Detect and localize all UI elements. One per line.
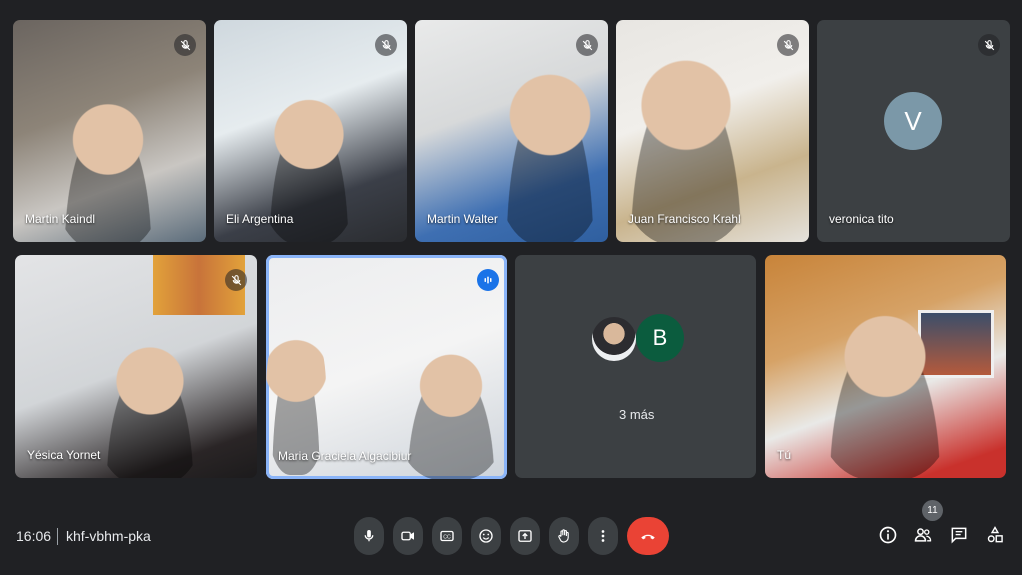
participant-video	[396, 335, 506, 479]
participant-tile-self[interactable]: Tú	[765, 255, 1006, 478]
speaking-indicator-icon	[477, 269, 499, 291]
meeting-info-button[interactable]	[876, 523, 900, 547]
participant-name: Tú	[777, 448, 792, 462]
divider	[57, 528, 58, 545]
participant-name: Martin Kaindl	[25, 212, 96, 226]
participant-name: Eli Argentina	[226, 212, 294, 226]
participant-video	[616, 30, 756, 242]
participant-name: Maria Graciela Algacibiur	[278, 449, 412, 463]
captions-icon: CC	[440, 530, 454, 542]
avatar: B	[636, 314, 684, 362]
more-participants-label: 3 más	[619, 407, 655, 422]
participant-tile-martin-walter[interactable]: Martin Walter	[415, 20, 608, 242]
participant-tile-martin-kaindl[interactable]: Martin Kaindl	[13, 20, 206, 242]
hangup-icon	[641, 534, 655, 540]
participant-name: Martin Walter	[427, 212, 498, 226]
muted-mic-icon	[978, 34, 1000, 56]
avatar: V	[884, 92, 942, 150]
raise-hand-button[interactable]	[549, 517, 579, 555]
muted-mic-icon	[375, 34, 397, 56]
participant-tile-eli-argentina[interactable]: Eli Argentina	[214, 20, 407, 242]
participant-video	[815, 290, 955, 478]
participant-tile-veronica-tito[interactable]: V veronica tito	[817, 20, 1010, 242]
meet-stage: Martin Kaindl Eli Argentina Martin Walte…	[0, 0, 1022, 575]
muted-mic-icon	[225, 269, 247, 291]
emoji-icon	[479, 529, 493, 543]
activities-icon	[987, 526, 1003, 543]
participant-tile-yesica-yornet[interactable]: Yésica Yornet	[15, 255, 257, 478]
people-icon	[914, 528, 932, 542]
activities-button[interactable]	[983, 523, 1007, 547]
more-participants-tile[interactable]: B 3 más	[515, 255, 756, 478]
emoji-button[interactable]	[471, 517, 501, 555]
mic-button[interactable]	[354, 517, 384, 555]
present-button[interactable]	[510, 517, 540, 555]
mic-icon	[364, 530, 374, 542]
participants-count-badge: 11	[922, 500, 943, 521]
present-icon	[518, 530, 532, 542]
svg-text:CC: CC	[443, 534, 451, 540]
chat-button[interactable]	[947, 523, 971, 547]
raise-hand-icon	[558, 529, 569, 543]
meeting-code: khf-vbhm-pka	[66, 528, 151, 544]
more-options-button[interactable]	[588, 517, 618, 555]
captions-button[interactable]: CC	[432, 517, 462, 555]
camera-icon	[401, 531, 414, 541]
participant-video	[495, 45, 605, 242]
participant-video	[95, 325, 205, 478]
info-icon	[879, 526, 897, 544]
camera-button[interactable]	[393, 517, 423, 555]
participant-name: veronica tito	[829, 212, 894, 226]
chat-icon	[951, 527, 967, 544]
muted-mic-icon	[777, 34, 799, 56]
hangup-button[interactable]	[627, 517, 669, 555]
more-options-icon	[601, 530, 605, 542]
people-button[interactable]	[911, 523, 935, 547]
participant-name: Yésica Yornet	[27, 448, 101, 462]
muted-mic-icon	[174, 34, 196, 56]
muted-mic-icon	[576, 34, 598, 56]
meeting-time: 16:06	[16, 528, 52, 544]
participant-tile-maria-graciela-algacibiur[interactable]: Maria Graciela Algacibiur	[266, 255, 507, 479]
bottom-bar: 16:06 khf-vbhm-pka CC 11	[0, 490, 1022, 575]
participant-name: Juan Francisco Krahl	[628, 212, 741, 226]
avatar	[592, 317, 636, 361]
participant-tile-juan-francisco-krahl[interactable]: Juan Francisco Krahl	[616, 20, 809, 242]
